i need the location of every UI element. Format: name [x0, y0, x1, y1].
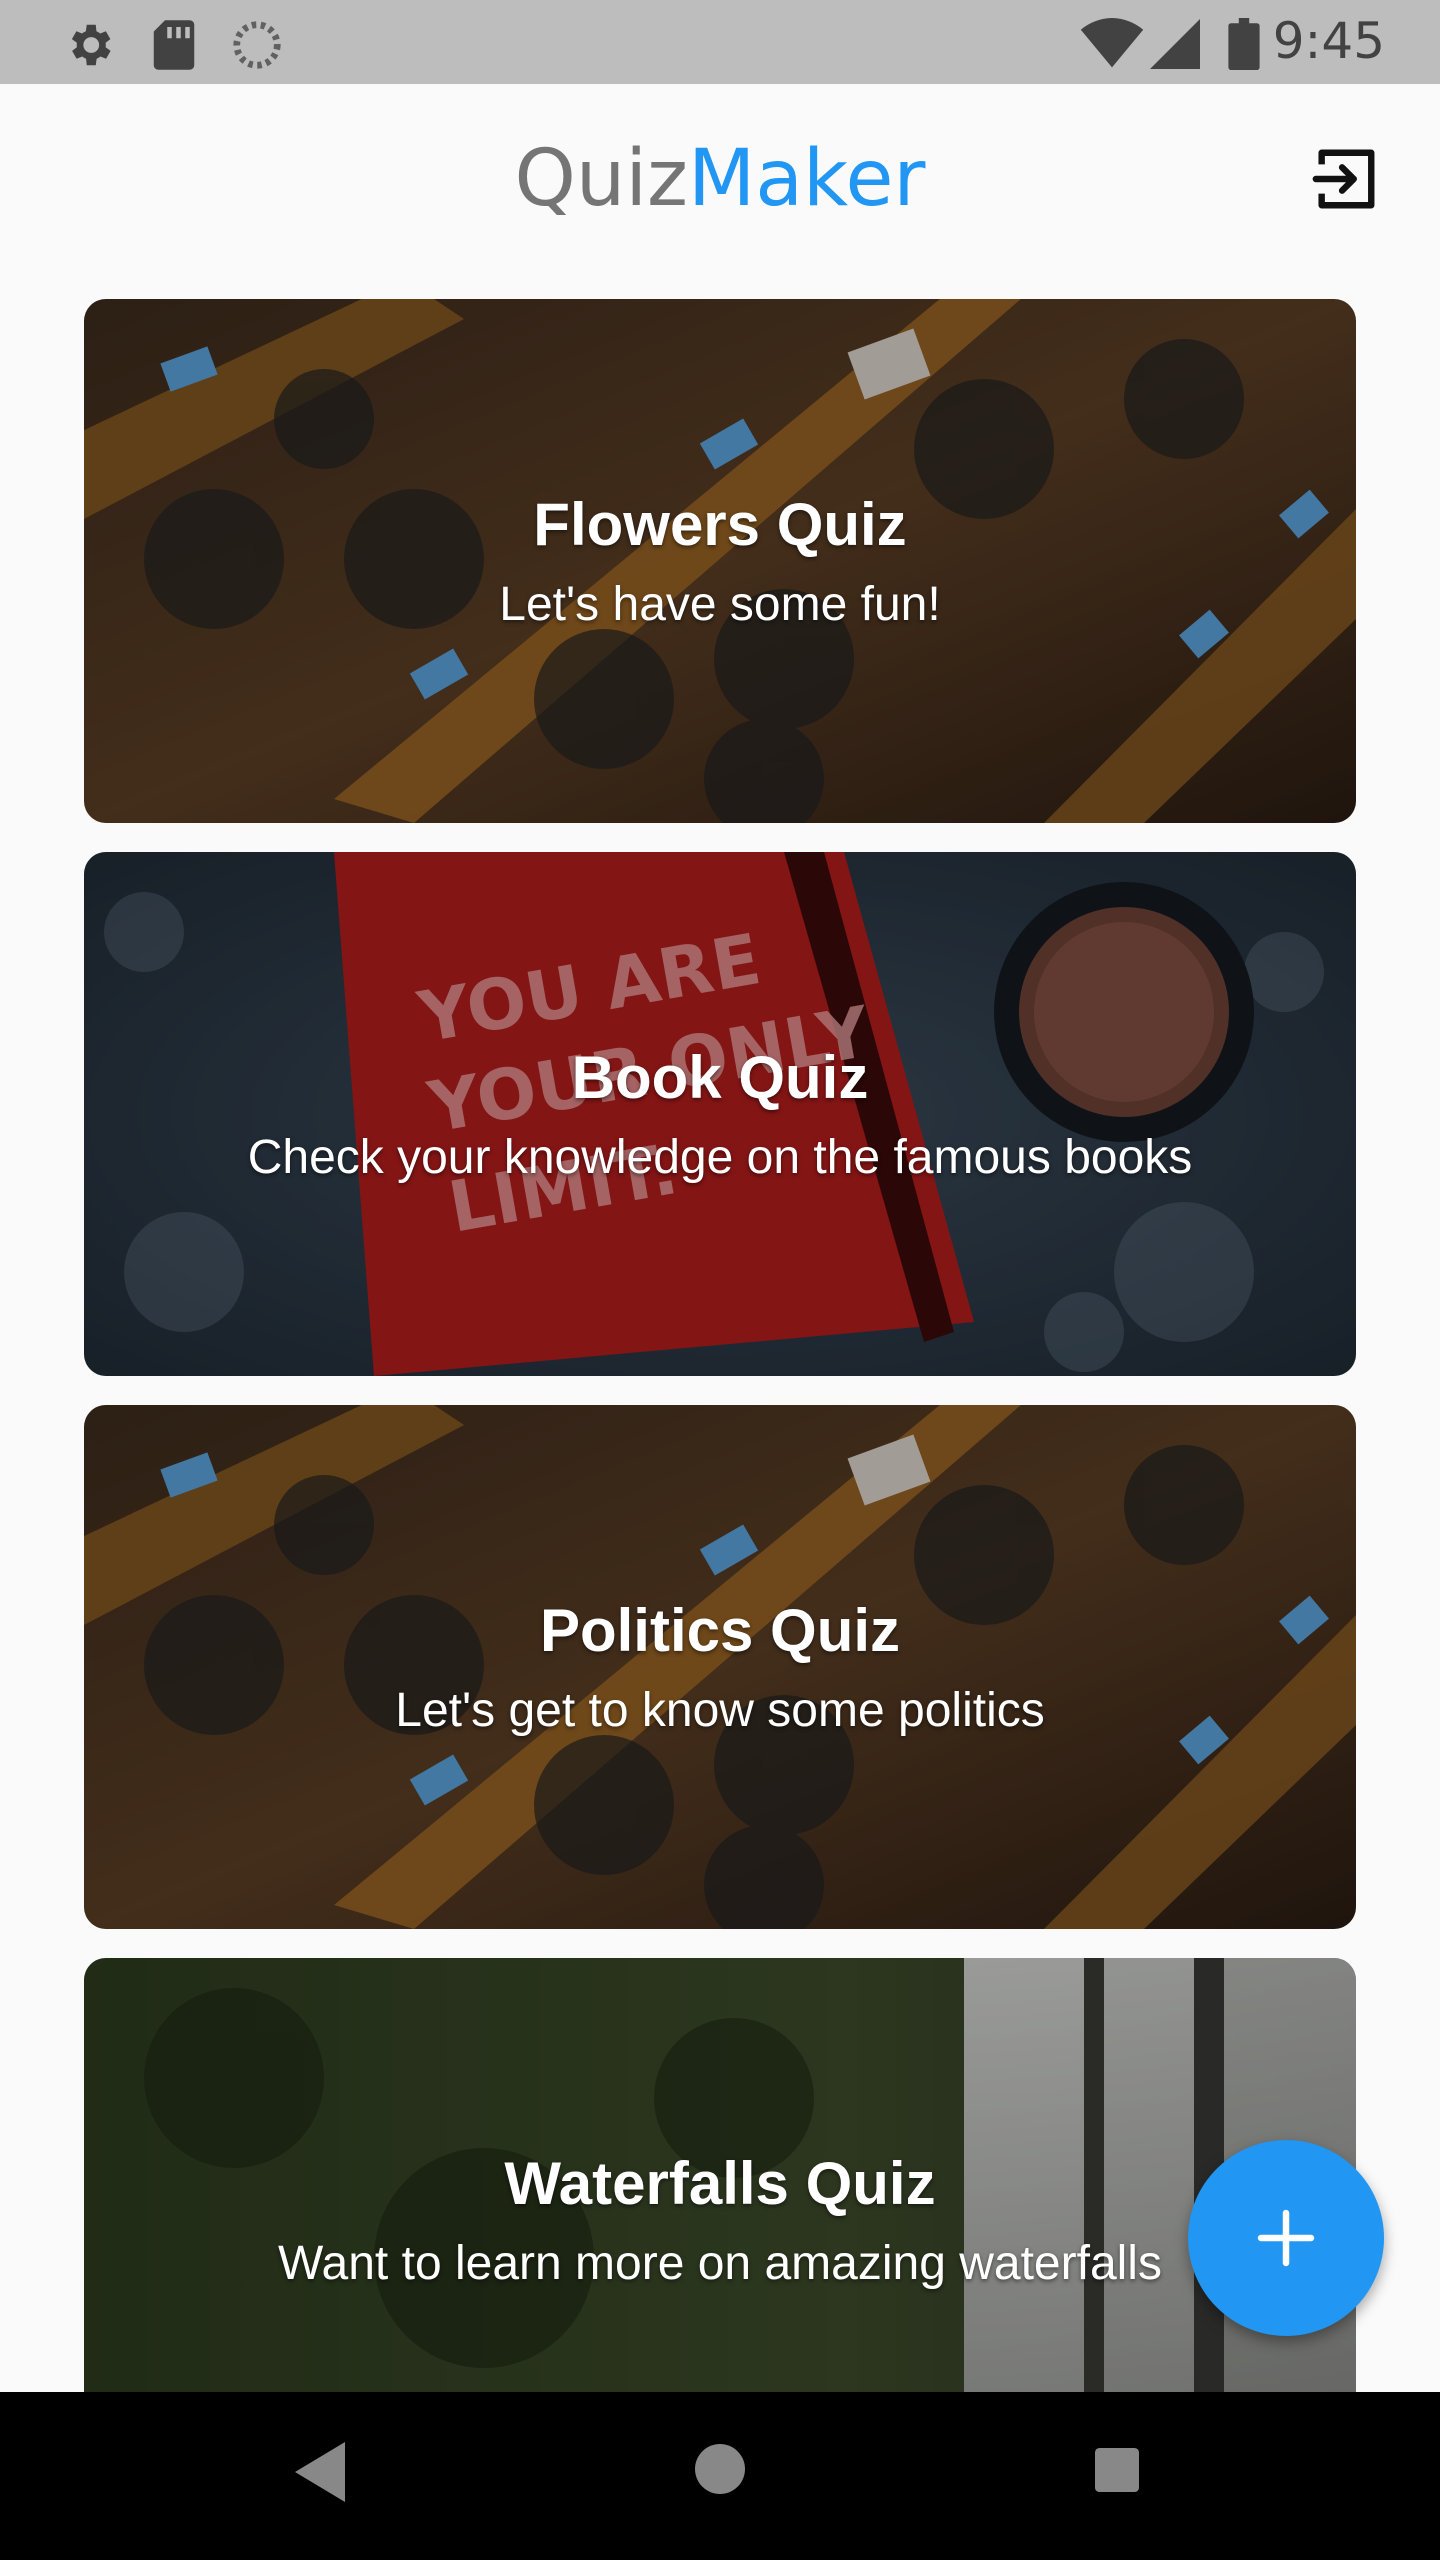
nav-back-button[interactable]	[295, 2442, 345, 2507]
quiz-title: Waterfalls Quiz	[504, 2150, 936, 2217]
app-bar: QuizMaker	[0, 84, 1440, 274]
quiz-subtitle: Let's have some fun!	[499, 578, 941, 631]
status-bar: 9:45	[0, 0, 1440, 84]
quiz-subtitle: Let's get to know some politics	[395, 1684, 1045, 1737]
back-icon	[295, 2442, 345, 2502]
quiz-card-flowers[interactable]: Flowers Quiz Let's have some fun!	[84, 299, 1356, 823]
app-title-quiz: Quiz	[514, 134, 688, 224]
app-title-maker: Maker	[687, 134, 926, 224]
quiz-subtitle: Want to learn more on amazing waterfalls	[278, 2237, 1162, 2290]
logout-icon	[1312, 149, 1375, 209]
battery-icon	[1228, 18, 1260, 70]
home-icon	[695, 2444, 745, 2494]
nav-bar	[0, 2392, 1440, 2560]
status-time: 9:45	[1272, 12, 1385, 70]
quiz-list: Flowers Quiz Let's have some fun! YOU AR…	[84, 299, 1356, 2511]
logout-button[interactable]	[1310, 144, 1380, 214]
recents-icon	[1095, 2448, 1139, 2492]
quiz-title: Politics Quiz	[539, 1597, 901, 1664]
quiz-title: Book Quiz	[571, 1044, 869, 1111]
add-quiz-button[interactable]	[1188, 2140, 1384, 2336]
nav-recents-button[interactable]	[1095, 2448, 1139, 2497]
nav-home-button[interactable]	[695, 2444, 745, 2499]
app-title: QuizMaker	[0, 134, 1440, 224]
sd-card-icon	[153, 20, 195, 70]
loading-icon	[233, 21, 281, 69]
settings-icon	[71, 24, 111, 66]
quiz-subtitle: Check your knowledge on the famous books	[247, 1131, 1193, 1184]
quiz-card-politics[interactable]: Politics Quiz Let's get to know some pol…	[84, 1405, 1356, 1929]
quiz-title: Flowers Quiz	[533, 491, 907, 558]
quiz-card-book[interactable]: YOU ARE YOUR ONLY LIMIT. Book Quiz Check…	[84, 852, 1356, 1376]
signal-icon	[1150, 19, 1200, 69]
add-icon	[1257, 2209, 1315, 2267]
wifi-icon	[1080, 18, 1144, 68]
